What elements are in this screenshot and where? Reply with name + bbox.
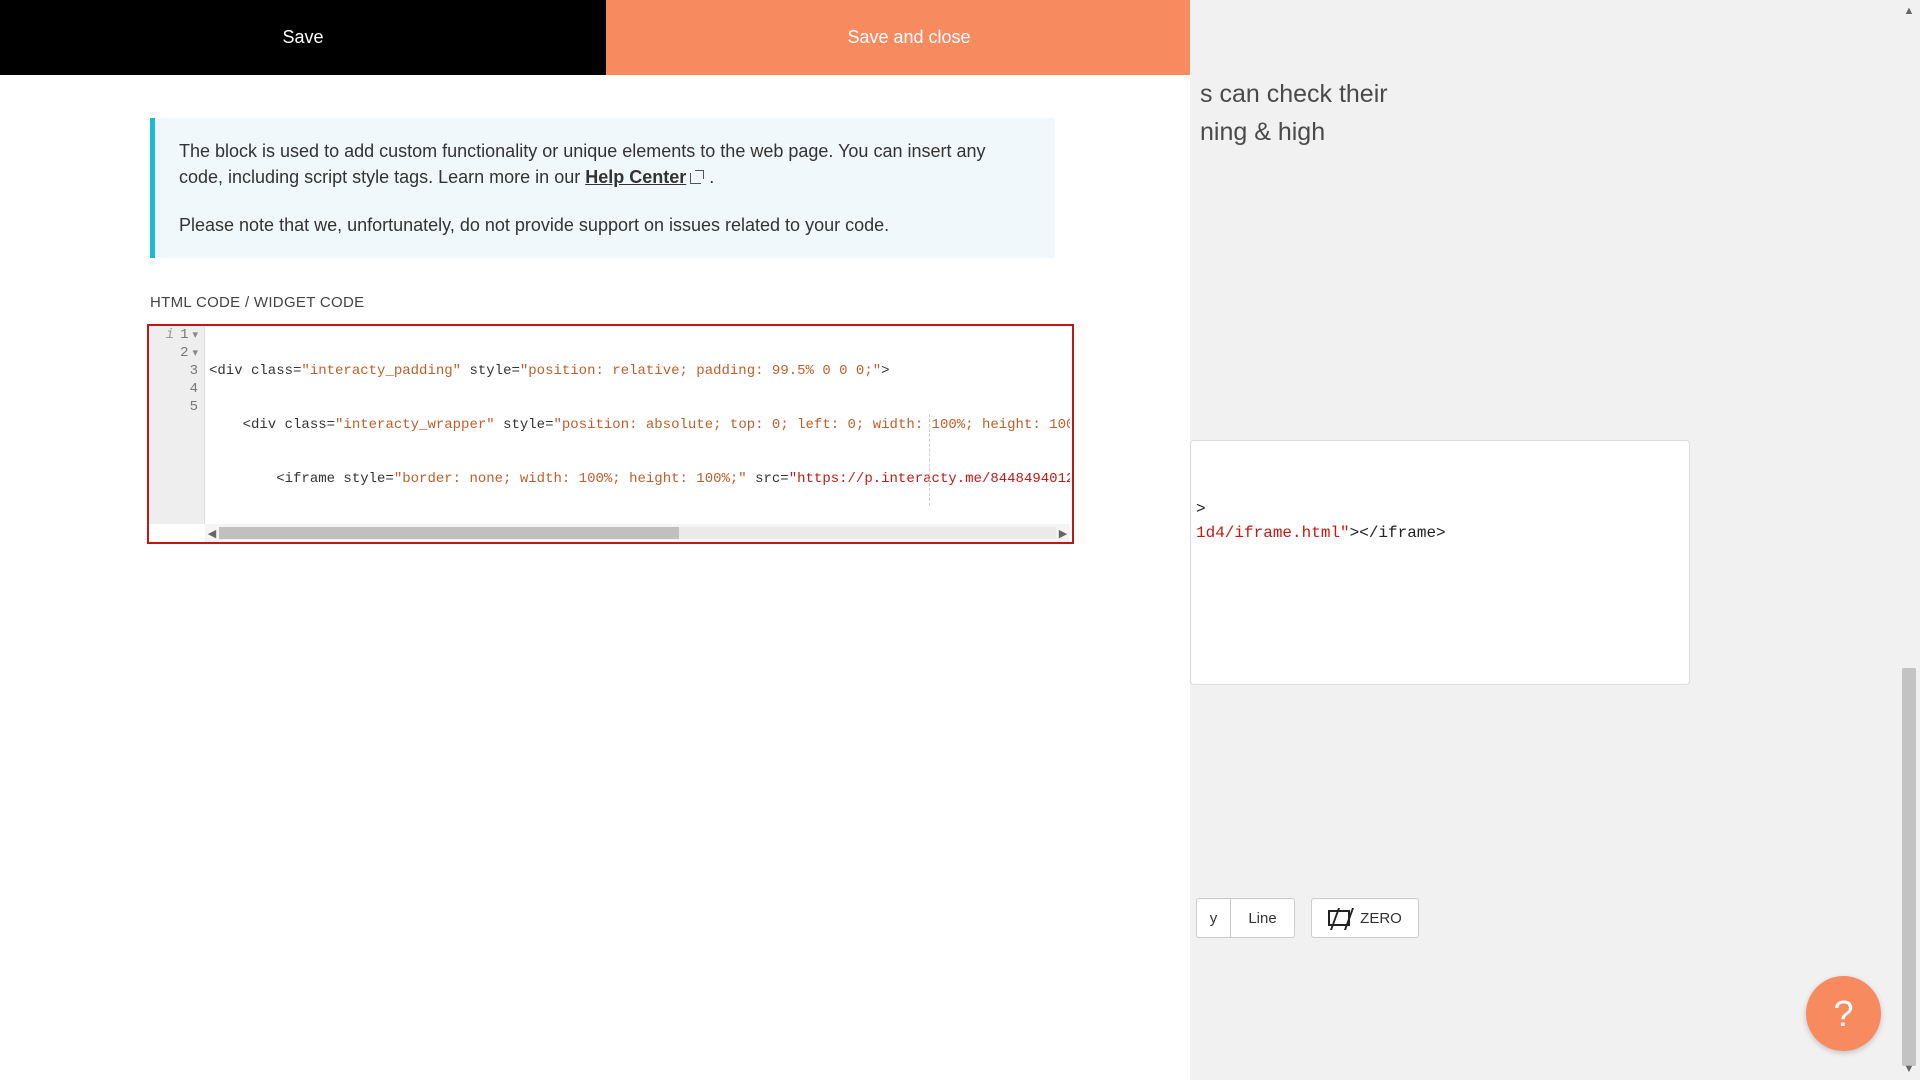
fold-icon[interactable]: ▾ [192,328,198,342]
scroll-left-icon[interactable]: ◀ [205,527,219,540]
fold-icon[interactable]: ▾ [192,346,198,360]
code-area[interactable]: <div class="interacty_padding" style="po… [205,326,1070,524]
info-paragraph-1: The block is used to add custom function… [179,138,1031,190]
scroll-right-icon[interactable]: ▶ [1056,527,1070,540]
scroll-track[interactable] [219,527,1056,539]
help-fab-button[interactable]: ? [1806,976,1881,1051]
editor-header: Save Save and close [0,0,1212,75]
window-scrollbar[interactable]: ▲ ▼ [1898,0,1920,1080]
help-center-link[interactable]: Help Center [585,167,686,187]
info-text: The block is used to add custom function… [179,141,986,187]
background-button-row: y Line ZERO [1196,898,1419,938]
scroll-thumb[interactable] [1902,668,1916,1066]
background-code-box [1190,440,1690,685]
line-number: 2 [180,345,188,361]
info-text-tail: . [704,167,714,187]
code-editor[interactable]: i1 ▾ 2 ▾ 3 4 5 <div class="interacty_paddi… [147,324,1074,544]
bg-button-line[interactable]: Line [1230,898,1295,938]
save-close-button[interactable]: Save and close [606,0,1212,75]
scroll-up-icon[interactable]: ▲ [1898,0,1920,22]
bg-code-frag: ></iframe> [1350,524,1446,542]
scroll-thumb[interactable] [219,527,679,539]
bg-button-y[interactable]: y [1196,898,1230,938]
line-number: 5 [190,399,198,415]
line-number: 3 [190,363,198,379]
editor-gutter: i1 ▾ 2 ▾ 3 4 5 [149,326,205,524]
save-button[interactable]: Save [0,0,606,75]
line-number: 4 [190,381,198,397]
code-line: <div class="interacty_padding" style="po… [205,362,1070,380]
background-code-text: > 1d4/iframe.html"></iframe> [1196,500,1446,542]
bg-text-line: ning & high [1200,114,1388,152]
lint-info-icon: i [166,327,174,343]
bg-text-line: s can check their [1200,80,1388,108]
line-number: 1 [180,327,188,343]
code-line: <div class="interacty_wrapper" style="po… [205,416,1070,434]
code-ruler [929,414,930,506]
zero-icon [1328,910,1350,926]
horizontal-scrollbar[interactable]: ◀ ▶ [205,524,1070,542]
bg-code-frag: 1d4/iframe.html" [1196,524,1350,542]
code-line: <iframe style="border: none; width: 100%… [205,470,1070,488]
info-callout: The block is used to add custom function… [150,118,1055,258]
external-link-icon [690,170,704,184]
section-label: HTML CODE / WIDGET CODE [150,294,364,311]
bg-button-zero[interactable]: ZERO [1311,898,1419,938]
bg-code-frag: > [1196,500,1206,518]
background-heading: s can check their ning & high [1200,76,1388,151]
zero-label: ZERO [1360,910,1402,927]
info-paragraph-2: Please note that we, unfortunately, do n… [179,212,1031,238]
scroll-down-icon[interactable]: ▼ [1898,1058,1920,1080]
